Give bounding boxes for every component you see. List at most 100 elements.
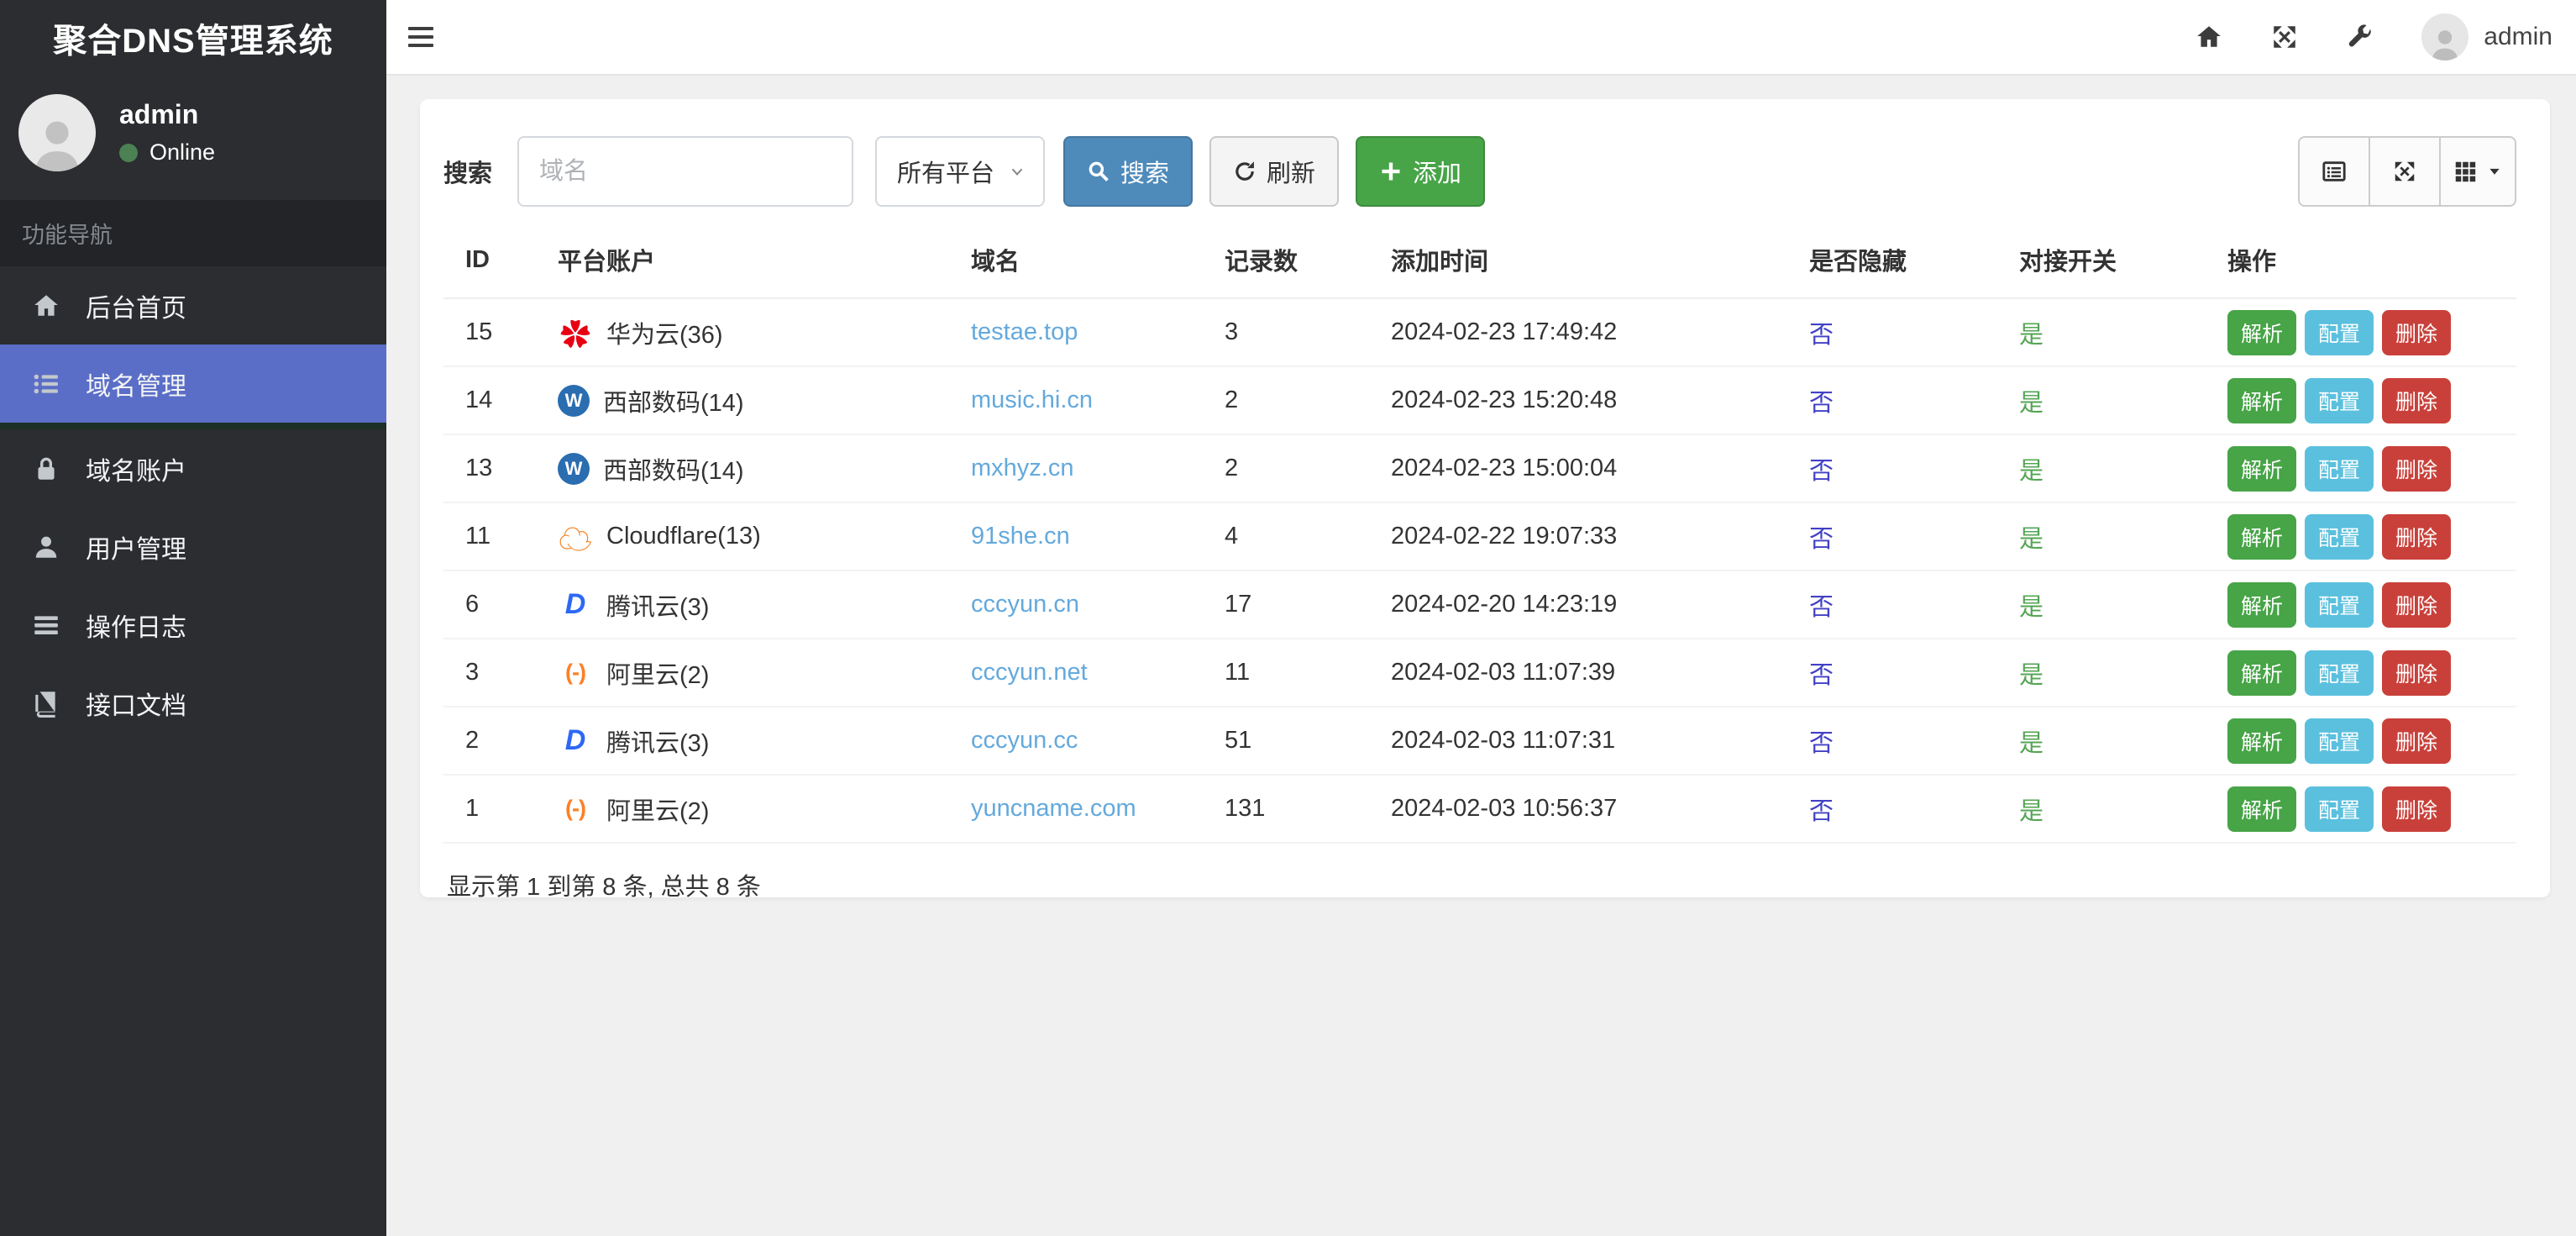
删除-button[interactable]: 删除 [2382,786,2452,832]
hidden-toggle[interactable]: 否 [1809,594,1834,621]
search-icon [1089,161,1109,181]
cell-id: 15 [443,298,536,367]
log-icon [32,611,64,639]
删除-button[interactable]: 删除 [2382,445,2452,492]
解析-button[interactable]: 解析 [2227,309,2297,355]
解析-button[interactable]: 解析 [2227,581,2297,628]
hidden-toggle[interactable]: 否 [1809,662,1834,689]
配置-button[interactable]: 配置 [2305,581,2374,628]
fullscreen-icon[interactable] [2270,23,2299,51]
配置-button[interactable]: 配置 [2305,786,2374,832]
columns-dropdown-button[interactable] [2439,136,2516,207]
cell-domain: mxhyz.cn [949,434,1203,503]
integration-switch-toggle[interactable]: 是 [2019,798,2043,825]
domain-link[interactable]: cccyun.cc [971,727,1078,754]
sidebar-item-接口文档[interactable]: 接口文档 [0,664,386,742]
cell-hidden: 否 [1787,366,1997,435]
cell-platform: (-) 阿里云(2) [536,639,949,707]
解析-button[interactable]: 解析 [2227,513,2297,560]
hidden-toggle[interactable]: 否 [1809,390,1834,417]
domain-search-input[interactable] [517,136,854,207]
topbar-user-menu[interactable]: admin [2421,13,2552,60]
sidebar-item-label: 后台首页 [86,294,186,323]
integration-switch-toggle[interactable]: 是 [2019,526,2043,553]
integration-switch-toggle[interactable]: 是 [2019,390,2043,417]
配置-button[interactable]: 配置 [2305,513,2374,560]
domain-link[interactable]: music.hi.cn [971,387,1093,413]
platform-select[interactable]: 所有平台 [875,136,1046,207]
cell-switch: 是 [1997,434,2206,503]
wrench-icon[interactable] [2346,23,2374,51]
cell-records: 11 [1203,639,1369,707]
west-digital-icon: W [558,384,590,417]
home-icon[interactable] [2195,23,2223,51]
domain-link[interactable]: testae.top [971,318,1078,345]
删除-button[interactable]: 删除 [2382,650,2452,696]
add-button[interactable]: 添加 [1356,136,1486,207]
解析-button[interactable]: 解析 [2227,650,2297,696]
配置-button[interactable]: 配置 [2305,445,2374,492]
cell-records: 2 [1203,434,1369,503]
配置-button[interactable]: 配置 [2305,650,2374,696]
hamburger-icon[interactable] [407,24,435,50]
integration-switch-toggle[interactable]: 是 [2019,594,2043,621]
aliyun-icon: (-) [565,796,586,821]
refresh-button[interactable]: 刷新 [1209,136,1340,207]
cell-id: 14 [443,366,536,435]
配置-button[interactable]: 配置 [2305,377,2374,423]
cell-actions: 解析 配置 删除 [2206,502,2516,571]
column-header-添加时间: 添加时间 [1369,237,1787,299]
hidden-toggle[interactable]: 否 [1809,730,1834,757]
platform-select-value: 所有平台 [897,160,995,187]
sidebar-item-域名账户[interactable]: 域名账户 [0,429,386,508]
domain-link[interactable]: cccyun.cn [971,591,1079,618]
配置-button[interactable]: 配置 [2305,309,2374,355]
删除-button[interactable]: 删除 [2382,718,2452,764]
sidebar-item-后台首页[interactable]: 后台首页 [0,266,386,345]
hidden-toggle[interactable]: 否 [1809,458,1834,485]
sidebar-user-panel: admin Online [0,76,386,193]
domain-link[interactable]: cccyun.net [971,659,1088,686]
解析-button[interactable]: 解析 [2227,718,2297,764]
domain-link[interactable]: yuncname.com [971,795,1136,822]
tencent-cloud-icon: D [564,588,586,620]
detail-view-button[interactable] [2298,136,2370,207]
hidden-toggle[interactable]: 否 [1809,322,1834,349]
integration-switch-toggle[interactable]: 是 [2019,730,2043,757]
fullscreen-table-button[interactable] [2369,136,2441,207]
hidden-toggle[interactable]: 否 [1809,526,1834,553]
platform-label: 腾讯云(3) [606,593,710,621]
caret-down-icon [2489,168,2500,175]
app-title[interactable]: 聚合DNS管理系统 [0,0,386,76]
sidebar-item-域名管理[interactable]: 域名管理 [0,345,386,423]
cell-hidden: 否 [1787,298,1997,367]
配置-button[interactable]: 配置 [2305,718,2374,764]
sidebar-item-操作日志[interactable]: 操作日志 [0,586,386,664]
domain-link[interactable]: 91she.cn [971,523,1070,550]
cell-records: 3 [1203,298,1369,367]
hidden-toggle[interactable]: 否 [1809,798,1834,825]
list-icon [32,370,64,398]
sidebar-item-用户管理[interactable]: 用户管理 [0,508,386,586]
main-area: admin 搜索 所有平台 搜索 [386,0,2576,1236]
删除-button[interactable]: 删除 [2382,309,2452,355]
解析-button[interactable]: 解析 [2227,786,2297,832]
domain-link[interactable]: mxhyz.cn [971,455,1073,481]
integration-switch-toggle[interactable]: 是 [2019,322,2043,349]
search-button[interactable]: 搜索 [1063,136,1194,207]
cell-platform: (-) 阿里云(2) [536,775,949,844]
删除-button[interactable]: 删除 [2382,377,2452,423]
online-dot-icon [119,143,138,162]
删除-button[interactable]: 删除 [2382,581,2452,628]
integration-switch-toggle[interactable]: 是 [2019,458,2043,485]
解析-button[interactable]: 解析 [2227,377,2297,423]
cell-actions: 解析 配置 删除 [2206,298,2516,367]
解析-button[interactable]: 解析 [2227,445,2297,492]
sidebar-item-label: 域名管理 [86,372,186,401]
sidebar-item-label: 域名账户 [86,457,186,486]
content-area: 搜索 所有平台 搜索 刷新 [386,76,2576,1236]
table-toolbar: 搜索 所有平台 搜索 刷新 [443,136,2516,207]
删除-button[interactable]: 删除 [2382,513,2452,560]
cell-domain: cccyun.net [949,639,1203,707]
integration-switch-toggle[interactable]: 是 [2019,662,2043,689]
